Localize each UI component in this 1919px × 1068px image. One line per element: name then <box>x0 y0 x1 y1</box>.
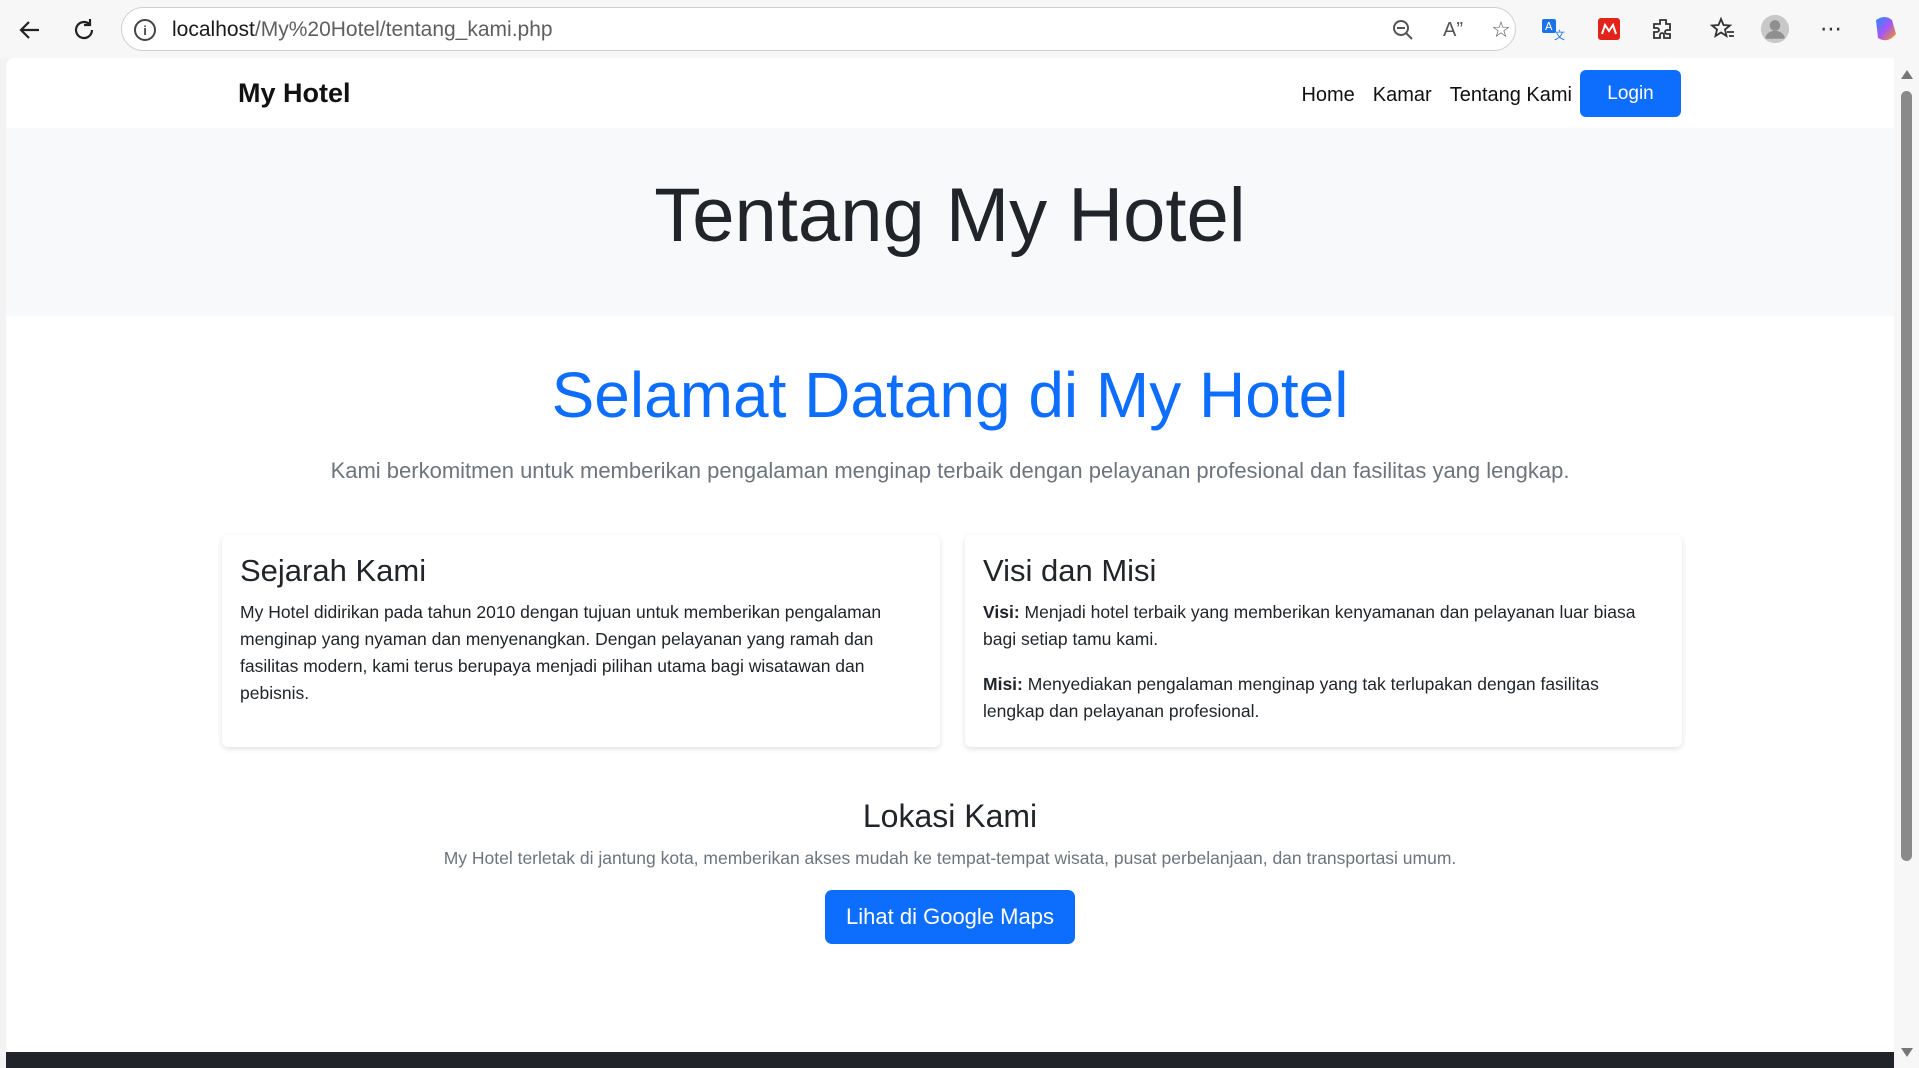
scroll-down-arrow-icon[interactable] <box>1901 1048 1913 1057</box>
scrollbar[interactable] <box>1894 58 1919 1068</box>
welcome-subtitle: Kami berkomitmen untuk memberikan pengal… <box>330 458 1570 483</box>
welcome-title: Selamat Datang di My Hotel <box>551 359 1349 431</box>
zoom-icon[interactable] <box>1390 17 1416 43</box>
info-icon[interactable]: i <box>134 19 156 41</box>
vision-title: Visi dan Misi <box>983 553 1157 588</box>
favorite-star-icon[interactable]: ☆ <box>1488 17 1514 43</box>
nav-link-kamar[interactable]: Kamar <box>1373 84 1432 107</box>
nav-link-tentang-kami[interactable]: Tentang Kami <box>1450 84 1572 107</box>
visi-text: Menjadi hotel terbaik yang memberikan ke… <box>983 602 1636 649</box>
history-text: My Hotel didirikan pada tahun 2010 denga… <box>240 602 882 703</box>
hero-header: Tentang My Hotel <box>6 128 1894 316</box>
translate-icon[interactable]: A文 <box>1538 14 1568 44</box>
copilot-icon[interactable] <box>1870 14 1900 44</box>
more-icon[interactable]: ⋯ <box>1816 14 1846 44</box>
location-title: Lokasi Kami <box>862 798 1038 834</box>
misi-text: Menyediakan pengalaman menginap yang tak… <box>983 674 1599 721</box>
history-card: Sejarah Kami My Hotel didirikan pada tah… <box>222 535 940 747</box>
refresh-icon[interactable] <box>66 12 102 48</box>
footer <box>6 1052 1894 1068</box>
nav-links: Home Kamar Tentang Kami <box>1301 84 1572 107</box>
address-bar[interactable]: i localhost/My%20Hotel/tentang_kami.php … <box>121 7 1516 51</box>
page-viewport: My Hotel Home Kamar Tentang Kami Login T… <box>6 58 1894 1068</box>
extension-red-icon[interactable] <box>1594 14 1624 44</box>
scroll-thumb[interactable] <box>1901 91 1912 861</box>
back-icon[interactable] <box>12 12 48 48</box>
location-text: My Hotel terletak di jantung kota, membe… <box>443 848 1457 868</box>
browser-toolbar: i localhost/My%20Hotel/tentang_kami.php … <box>0 0 1919 58</box>
extensions-icon[interactable] <box>1648 14 1678 44</box>
svg-text:文: 文 <box>1554 28 1565 42</box>
navbar-brand[interactable]: My Hotel <box>238 78 351 109</box>
misi-paragraph: Misi: Menyediakan pengalaman menginap ya… <box>983 671 1664 725</box>
scroll-up-arrow-icon[interactable] <box>1901 70 1913 79</box>
visi-label: Visi: <box>983 602 1020 622</box>
read-aloud-icon[interactable]: A” <box>1440 17 1466 43</box>
svg-text:A: A <box>1545 20 1553 33</box>
visi-paragraph: Visi: Menjadi hotel terbaik yang memberi… <box>983 599 1664 653</box>
history-title: Sejarah Kami <box>240 553 427 588</box>
site-navbar: My Hotel Home Kamar Tentang Kami Login <box>6 58 1894 128</box>
url-text[interactable]: localhost/My%20Hotel/tentang_kami.php <box>172 18 553 42</box>
login-button[interactable]: Login <box>1580 70 1681 117</box>
vision-card: Visi dan Misi Visi: Menjadi hotel terbai… <box>965 535 1682 747</box>
google-maps-button[interactable]: Lihat di Google Maps <box>825 890 1075 944</box>
nav-link-home[interactable]: Home <box>1301 84 1354 107</box>
page-title: Tentang My Hotel <box>654 173 1246 258</box>
favorites-icon[interactable] <box>1708 14 1738 44</box>
misi-label: Misi: <box>983 674 1023 694</box>
profile-icon[interactable] <box>1760 14 1790 44</box>
